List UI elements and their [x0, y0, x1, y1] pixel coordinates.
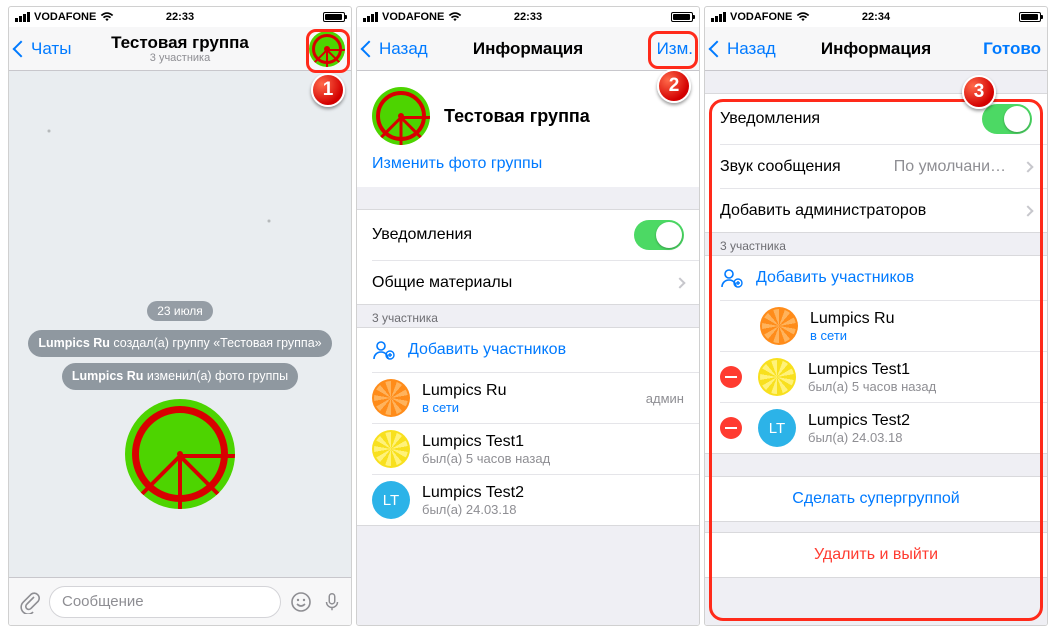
member-row[interactable]: LT Lumpics Test2был(а) 24.03.18 [720, 402, 1047, 453]
chevron-right-icon [1022, 205, 1033, 216]
clock: 22:33 [166, 11, 194, 23]
clock: 22:33 [514, 11, 542, 23]
step-badge-2: 2 [657, 69, 691, 103]
make-supergroup-button[interactable]: Сделать супергруппой [705, 477, 1047, 521]
message-input[interactable]: Сообщение [49, 586, 281, 618]
edit-button[interactable]: Изм. [657, 39, 693, 59]
navbar: Назад Информация Изм. [357, 27, 699, 71]
row-notifications[interactable]: Уведомления [357, 210, 699, 260]
add-user-icon [720, 266, 744, 290]
group-avatar[interactable] [372, 87, 430, 145]
add-members-button[interactable]: Добавить участников [705, 256, 1047, 300]
member-row[interactable]: Lumpics Ruв сети админ [372, 372, 699, 423]
row-sound[interactable]: Звук сообщения По умолчани… [720, 144, 1047, 188]
group-header: Тестовая группа [357, 71, 699, 155]
carrier-label: VODAFONE [34, 11, 96, 23]
change-photo-link[interactable]: Изменить фото группы [357, 155, 699, 187]
chevron-right-icon [674, 277, 685, 288]
avatar-lemon [372, 430, 410, 468]
back-label: Чаты [31, 39, 71, 59]
member-row[interactable]: Lumpics Ruв сети [720, 300, 1047, 351]
notifications-toggle[interactable] [982, 104, 1032, 134]
system-message-created: Lumpics Ru создал(а) группу «Тестовая гр… [28, 330, 331, 357]
mic-icon[interactable] [321, 590, 343, 614]
sticker-icon[interactable] [289, 590, 313, 614]
phone-screen-info: VODAFONE 22:33 Назад Информация Изм. Тес… [356, 6, 700, 626]
member-row[interactable]: Lumpics Test1был(а) 5 часов назад [720, 351, 1047, 402]
chevron-left-icon [709, 40, 726, 57]
group-avatar-button[interactable] [309, 31, 345, 67]
signal-icon [363, 12, 378, 22]
done-button[interactable]: Готово [983, 39, 1041, 59]
notifications-toggle[interactable] [634, 220, 684, 250]
avatar-lemon [758, 358, 796, 396]
chevron-right-icon [1022, 161, 1033, 172]
add-user-icon [372, 338, 396, 362]
back-label: Назад [727, 39, 776, 59]
system-message-photo: Lumpics Ru изменил(а) фото группы [62, 363, 298, 390]
back-button[interactable]: Чаты [15, 39, 71, 59]
avatar-initials: LT [758, 409, 796, 447]
member-row[interactable]: Lumpics Test1был(а) 5 часов назад [372, 423, 699, 474]
sound-value: По умолчани… [894, 158, 1006, 176]
status-bar: VODAFONE 22:33 [357, 7, 699, 27]
status-bar: VODAFONE 22:34 [705, 7, 1047, 27]
message-placeholder: Сообщение [62, 593, 144, 610]
admin-label: админ [646, 391, 684, 406]
battery-icon [1019, 12, 1041, 22]
row-shared-media[interactable]: Общие материалы [372, 260, 699, 304]
carrier-label: VODAFONE [382, 11, 444, 23]
phone-screen-chat: VODAFONE 22:33 Чаты Тестовая группа 3 уч… [8, 6, 352, 626]
row-add-admins[interactable]: Добавить администраторов [720, 188, 1047, 232]
wifi-icon [100, 12, 114, 22]
status-bar: VODAFONE 22:33 [9, 7, 351, 27]
battery-icon [671, 12, 693, 22]
battery-icon [323, 12, 345, 22]
members-header: 3 участника [357, 305, 699, 327]
clock: 22:34 [862, 11, 890, 23]
delete-member-button[interactable] [720, 417, 742, 439]
input-bar: Сообщение [9, 577, 351, 625]
step-badge-1: 1 [311, 73, 345, 107]
member-row[interactable]: LT Lumpics Test2был(а) 24.03.18 [372, 474, 699, 525]
chevron-left-icon [361, 40, 378, 57]
row-notifications[interactable]: Уведомления [705, 94, 1047, 144]
phone-screen-edit: VODAFONE 22:34 Назад Информация Готово У… [704, 6, 1048, 626]
wifi-icon [796, 12, 810, 22]
chat-background[interactable]: 23 июля Lumpics Ru создал(а) группу «Тес… [9, 71, 351, 577]
delete-and-leave-button[interactable]: Удалить и выйти [705, 533, 1047, 577]
carrier-label: VODAFONE [730, 11, 792, 23]
avatar-orange [760, 307, 798, 345]
avatar-orange [372, 379, 410, 417]
back-button[interactable]: Назад [711, 39, 776, 59]
signal-icon [711, 12, 726, 22]
members-header: 3 участника [705, 233, 1047, 255]
group-photo-preview[interactable] [125, 399, 235, 509]
navbar: Назад Информация Готово [705, 27, 1047, 71]
chevron-left-icon [13, 40, 30, 57]
add-members-button[interactable]: Добавить участников [357, 328, 699, 372]
step-badge-3: 3 [962, 75, 996, 109]
back-label: Назад [379, 39, 428, 59]
group-name: Тестовая группа [444, 106, 590, 127]
navbar: Чаты Тестовая группа 3 участника [9, 27, 351, 71]
attach-icon[interactable] [17, 590, 41, 614]
delete-member-button[interactable] [720, 366, 742, 388]
date-pill: 23 июля [147, 301, 213, 321]
back-button[interactable]: Назад [363, 39, 428, 59]
avatar-initials: LT [372, 481, 410, 519]
signal-icon [15, 12, 30, 22]
wifi-icon [448, 12, 462, 22]
